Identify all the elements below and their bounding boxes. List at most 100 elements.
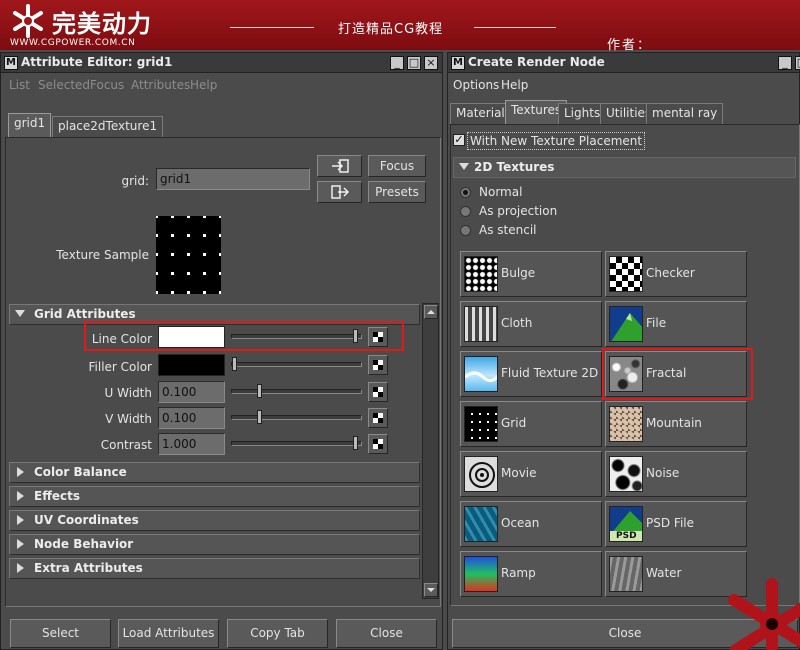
radio-normal-label: Normal: [479, 185, 523, 199]
minimize-button[interactable]: _: [778, 56, 792, 70]
2d-textures-header[interactable]: 2D Textures: [453, 157, 796, 178]
v-width-label: V Width: [105, 412, 152, 426]
node-movie[interactable]: Movie: [460, 451, 602, 497]
filler-color-slider[interactable]: [231, 362, 362, 367]
expand-arrow-icon: [459, 163, 469, 170]
v-width-slider[interactable]: [231, 415, 362, 420]
color-balance-header[interactable]: Color Balance: [9, 462, 420, 483]
presets-button[interactable]: Presets: [368, 181, 426, 203]
grid-attributes-title: Grid Attributes: [34, 307, 136, 321]
menu-help[interactable]: Help: [190, 78, 217, 92]
minimize-button[interactable]: _: [390, 56, 404, 70]
scroll-down-arrow[interactable]: [424, 583, 438, 597]
v-width-map-button[interactable]: [368, 408, 388, 428]
section-title: Effects: [34, 489, 81, 503]
node-file[interactable]: File: [605, 301, 747, 347]
node-fluid-texture-2d[interactable]: Fluid Texture 2D: [460, 351, 602, 397]
uv-coordinates-header[interactable]: UV Coordinates: [9, 510, 420, 531]
close-button[interactable]: Close: [336, 619, 437, 648]
node-behavior-header[interactable]: Node Behavior: [9, 534, 420, 555]
u-width-map-button[interactable]: [368, 382, 388, 402]
menu-help[interactable]: Help: [501, 78, 528, 92]
corner-emblem-icon: [728, 578, 800, 650]
maximize-button[interactable]: □: [407, 56, 421, 70]
contrast-slider[interactable]: [231, 441, 362, 446]
menu-attributes[interactable]: Attributes: [131, 78, 190, 92]
attribute-editor-title: Attribute Editor: grid1: [21, 55, 173, 69]
grid-thumbnail: [464, 406, 498, 442]
input-connections-button[interactable]: [317, 155, 362, 177]
menu-selected[interactable]: Selected: [38, 78, 90, 92]
scroll-up-arrow[interactable]: [424, 305, 438, 319]
focus-button[interactable]: Focus: [368, 155, 426, 177]
grid-texture-preview: [156, 216, 221, 294]
attribute-editor-titlebar[interactable]: M Attribute Editor: grid1 _ □ ×: [1, 53, 442, 73]
ocean-thumbnail: [464, 506, 498, 542]
v-width-field[interactable]: 0.100: [158, 407, 225, 429]
render-node-titlebar[interactable]: M Create Render Node _ □: [448, 53, 800, 73]
menu-list[interactable]: List: [9, 78, 30, 92]
node-mountain[interactable]: Mountain: [605, 401, 747, 447]
filler-color-map-button[interactable]: [368, 355, 388, 375]
node-label: Water: [646, 566, 682, 580]
render-node-menubar: Options Help: [448, 74, 799, 96]
radio-as-projection[interactable]: [460, 206, 471, 217]
collapse-arrow-icon: [17, 539, 24, 549]
tab-place2dtexture1[interactable]: place2dTexture1: [52, 116, 164, 137]
u-width-slider[interactable]: [231, 389, 362, 394]
line-color-highlight: [84, 321, 404, 351]
checker-map-icon: [373, 360, 383, 370]
fractal-highlight: [602, 348, 753, 400]
attribute-editor-scrollbar[interactable]: [422, 303, 439, 599]
contrast-map-button[interactable]: [368, 434, 388, 454]
triangle-up-icon: [427, 310, 435, 314]
node-grid[interactable]: Grid: [460, 401, 602, 447]
extra-attributes-header[interactable]: Extra Attributes: [9, 558, 420, 579]
2d-textures-title: 2D Textures: [474, 160, 555, 174]
node-ramp[interactable]: Ramp: [460, 551, 602, 597]
triangle-down-icon: [427, 588, 435, 592]
psd-badge: PSD: [616, 531, 637, 541]
v-width-slider-handle[interactable]: [257, 410, 262, 424]
node-psd-file[interactable]: PSD PSD File: [605, 501, 747, 547]
select-button[interactable]: Select: [10, 619, 111, 648]
output-connections-button[interactable]: [317, 181, 362, 203]
node-name-field[interactable]: grid1: [156, 168, 310, 190]
cgpower-banner: 完美动力 WWW.CGPOWER.COM.CN 打造精品CG教程 作者：: [0, 0, 800, 53]
filler-color-slider-handle[interactable]: [232, 357, 237, 371]
u-width-field[interactable]: 0.100: [158, 381, 225, 403]
maximize-button[interactable]: □: [795, 56, 800, 70]
close-window-button[interactable]: ×: [424, 56, 438, 70]
effects-header[interactable]: Effects: [9, 486, 420, 507]
node-cloth[interactable]: Cloth: [460, 301, 602, 347]
screen: 完美动力 WWW.CGPOWER.COM.CN 打造精品CG教程 作者： M A…: [0, 0, 800, 650]
contrast-slider-handle[interactable]: [353, 436, 358, 450]
menu-options[interactable]: Options: [453, 78, 499, 92]
node-ocean[interactable]: Ocean: [460, 501, 602, 547]
node-label: Movie: [501, 466, 537, 480]
node-noise[interactable]: Noise: [605, 451, 747, 497]
copy-tab-button[interactable]: Copy Tab: [227, 619, 328, 648]
node-bulge[interactable]: Bulge: [460, 251, 602, 297]
node-checker[interactable]: Checker: [605, 251, 747, 297]
load-attributes-button[interactable]: Load Attributes: [118, 619, 219, 648]
u-width-slider-handle[interactable]: [257, 384, 262, 398]
section-title: Node Behavior: [34, 537, 134, 551]
render-node-title: Create Render Node: [468, 55, 605, 69]
radio-normal[interactable]: [460, 187, 471, 198]
file-thumbnail: [609, 306, 643, 342]
texture-placement-checkbox[interactable]: ✓: [453, 134, 465, 146]
maya-icon: M: [4, 56, 18, 70]
radio-as-stencil-label: As stencil: [479, 223, 537, 237]
radio-as-stencil[interactable]: [460, 225, 471, 236]
attribute-editor-window: M Attribute Editor: grid1 _ □ × List Sel…: [0, 52, 443, 650]
texture-sample-swatch[interactable]: [156, 216, 221, 294]
contrast-field[interactable]: 1.000: [158, 433, 225, 455]
tab-grid1[interactable]: grid1: [8, 113, 52, 137]
filler-color-swatch[interactable]: [158, 354, 225, 376]
film-reel-icon: [469, 462, 495, 488]
menu-focus[interactable]: Focus: [90, 78, 124, 92]
tab-lights[interactable]: Lights: [558, 103, 607, 124]
node-label: Bulge: [501, 266, 536, 280]
tab-mental-ray[interactable]: mental ray: [646, 103, 724, 124]
